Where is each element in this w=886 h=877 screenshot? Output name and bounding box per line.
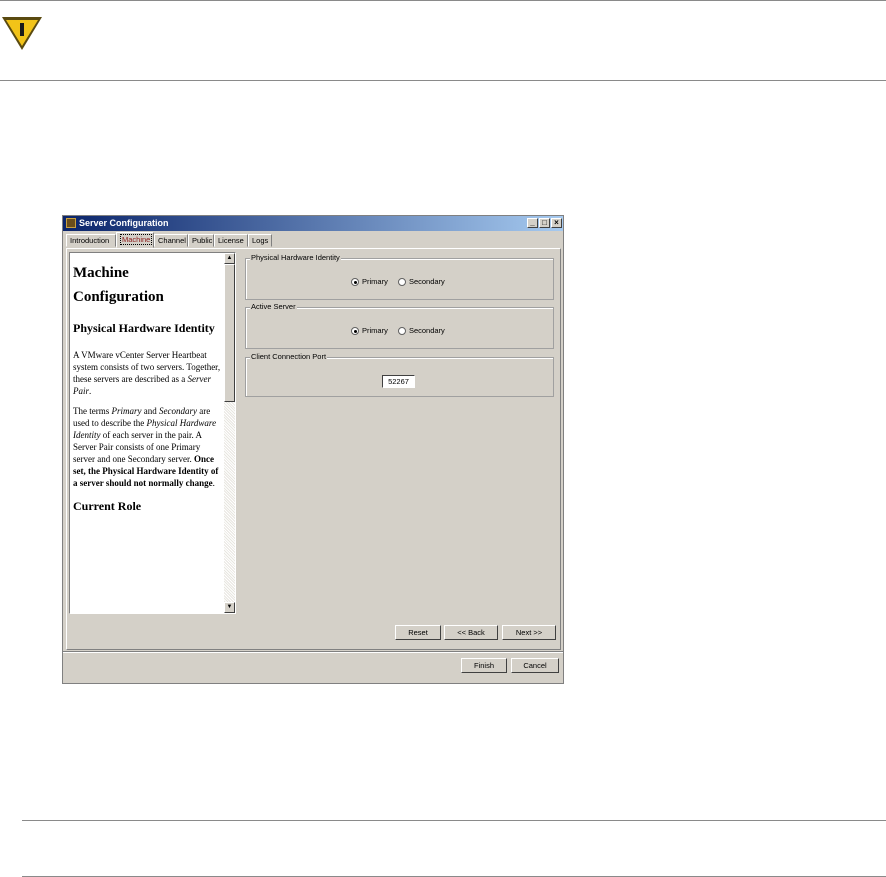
app-icon xyxy=(66,218,76,228)
radio-label: Secondary xyxy=(408,326,445,336)
text-emphasis: Secondary xyxy=(159,406,197,416)
footer-separator xyxy=(63,651,563,653)
minimize-button[interactable]: _ xyxy=(527,218,538,228)
server-configuration-window: Server Configuration _ □ × Introduction … xyxy=(62,215,564,684)
close-button[interactable]: × xyxy=(551,218,562,228)
help-heading-current-role: Current Role xyxy=(73,499,142,513)
radio-label: Primary xyxy=(362,326,388,336)
hardware-identity-group: Physical Hardware Identity Primary Secon… xyxy=(245,253,554,300)
hardware-secondary-radio[interactable]: Secondary xyxy=(397,277,445,287)
back-button[interactable]: << Back xyxy=(444,625,498,640)
tab-machine[interactable]: Machine xyxy=(116,232,154,248)
tab-label: Introduction xyxy=(70,236,110,245)
help-pane[interactable]: Machine Configuration Physical Hardware … xyxy=(69,252,236,614)
top-divider xyxy=(0,0,886,1)
tab-label: License xyxy=(218,236,244,245)
tab-channel[interactable]: Channel xyxy=(154,234,188,247)
help-paragraph-2: The terms Primary and Secondary are used… xyxy=(73,405,223,489)
tab-license[interactable]: License xyxy=(214,234,248,247)
active-primary-radio[interactable]: Primary xyxy=(351,326,388,336)
tab-label: Public xyxy=(192,236,213,245)
radio-checked-icon xyxy=(351,278,359,287)
tab-public[interactable]: Public xyxy=(188,234,214,247)
hardware-identity-options: Primary Secondary xyxy=(351,277,453,287)
scroll-thumb[interactable] xyxy=(224,264,235,402)
title-bar[interactable]: Server Configuration _ □ × xyxy=(63,216,563,231)
text-emphasis: Primary xyxy=(111,406,142,416)
tab-label: Machine xyxy=(120,234,153,245)
tab-label: Channel xyxy=(158,236,186,245)
text: The terms xyxy=(73,406,112,416)
scroll-up-icon[interactable]: ▲ xyxy=(224,253,235,264)
radio-checked-icon xyxy=(351,327,359,336)
radio-label: Secondary xyxy=(408,277,445,287)
text: and xyxy=(141,406,159,416)
group-label: Active Server xyxy=(250,302,297,312)
help-heading-physical-identity: Physical Hardware Identity xyxy=(73,321,215,335)
scroll-down-icon[interactable]: ▼ xyxy=(224,602,235,613)
warning-icon xyxy=(2,17,42,50)
active-server-options: Primary Secondary xyxy=(351,326,453,336)
group-label: Physical Hardware Identity xyxy=(250,253,341,263)
hardware-primary-radio[interactable]: Primary xyxy=(351,277,388,287)
radio-label: Primary xyxy=(362,277,388,287)
help-content: Machine Configuration Physical Hardware … xyxy=(73,261,223,527)
cancel-button[interactable]: Cancel xyxy=(511,658,559,673)
group-label: Client Connection Port xyxy=(250,352,328,362)
text: . xyxy=(212,478,215,488)
text: . xyxy=(89,386,92,396)
maximize-button[interactable]: □ xyxy=(539,218,550,228)
help-title: Machine Configuration xyxy=(73,265,164,305)
radio-unchecked-icon xyxy=(397,327,406,336)
header-divider xyxy=(0,80,886,81)
client-port-group: Client Connection Port 52267 xyxy=(245,352,554,397)
next-button[interactable]: Next >> xyxy=(502,625,556,640)
active-server-group: Active Server Primary Secondary xyxy=(245,302,554,349)
footer-divider-1 xyxy=(22,820,886,821)
finish-button[interactable]: Finish xyxy=(461,658,507,673)
reset-button[interactable]: Reset xyxy=(395,625,441,640)
radio-unchecked-icon xyxy=(397,278,406,287)
client-port-input[interactable]: 52267 xyxy=(382,375,415,388)
tab-logs[interactable]: Logs xyxy=(248,234,272,247)
help-scrollbar[interactable]: ▲ ▼ xyxy=(224,253,235,613)
help-paragraph-1: A VMware vCenter Server Heartbeat system… xyxy=(73,349,223,397)
active-secondary-radio[interactable]: Secondary xyxy=(397,326,445,336)
window-title: Server Configuration xyxy=(79,218,169,228)
tab-label: Logs xyxy=(252,236,269,245)
tab-introduction[interactable]: Introduction xyxy=(66,234,116,247)
